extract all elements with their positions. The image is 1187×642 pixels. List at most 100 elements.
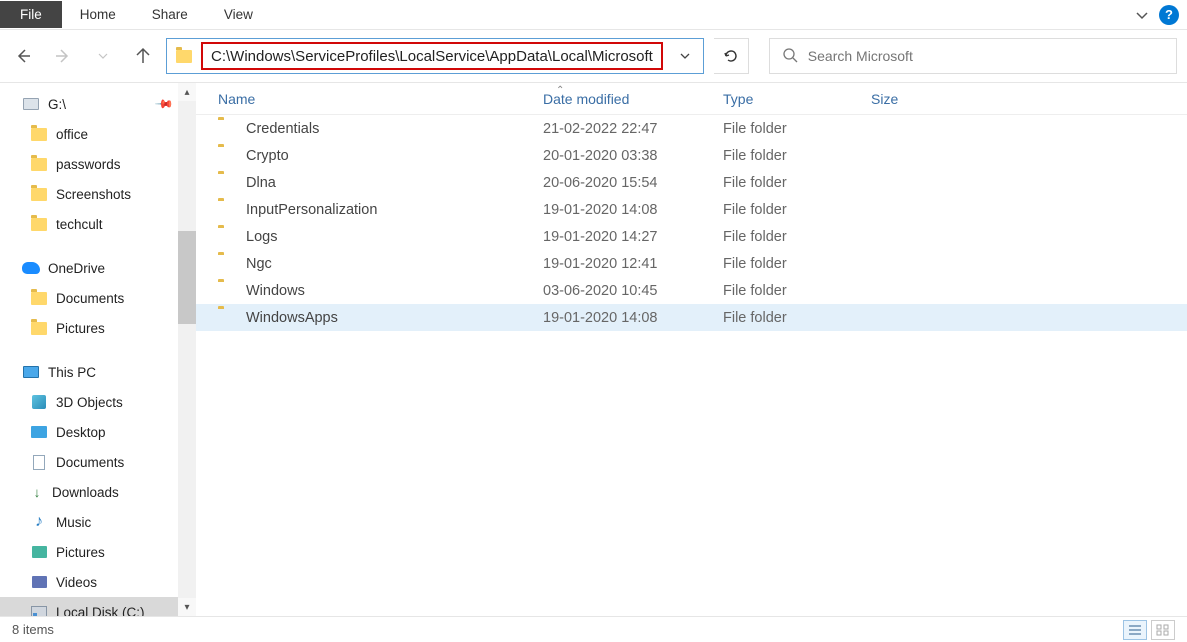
search-input[interactable] bbox=[808, 48, 1164, 64]
file-name: Credentials bbox=[246, 121, 319, 137]
forward-button[interactable] bbox=[54, 47, 72, 65]
tree-item-3dobjects[interactable]: 3D Objects bbox=[0, 387, 196, 417]
tree-item-onedrive-pictures[interactable]: Pictures bbox=[0, 313, 196, 343]
folder-icon bbox=[30, 319, 48, 337]
tab-home[interactable]: Home bbox=[62, 1, 134, 28]
localdisk-icon bbox=[30, 603, 48, 616]
tree-item-onedrive-documents[interactable]: Documents bbox=[0, 283, 196, 313]
sort-indicator-icon: ⌃ bbox=[556, 85, 564, 96]
folder-icon bbox=[218, 201, 236, 219]
folder-icon bbox=[30, 125, 48, 143]
tree-item-techcult[interactable]: techcult bbox=[0, 209, 196, 239]
tree-label: Music bbox=[56, 515, 91, 530]
address-folder-icon bbox=[171, 50, 197, 63]
file-date: 20-01-2020 03:38 bbox=[543, 148, 723, 164]
file-type: File folder bbox=[723, 283, 871, 299]
file-date: 21-02-2022 22:47 bbox=[543, 121, 723, 137]
file-date: 19-01-2020 14:08 bbox=[543, 202, 723, 218]
tree-item-music[interactable]: ♪ Music bbox=[0, 507, 196, 537]
tree-label: This PC bbox=[48, 365, 96, 380]
address-path-input[interactable]: C:\Windows\ServiceProfiles\LocalService\… bbox=[201, 42, 663, 70]
file-type: File folder bbox=[723, 256, 871, 272]
ribbon-tabs: File Home Share View ? bbox=[0, 0, 1187, 30]
drive-icon bbox=[22, 95, 40, 113]
tab-share[interactable]: Share bbox=[134, 1, 206, 28]
file-type: File folder bbox=[723, 202, 871, 218]
tree-label: Documents bbox=[56, 455, 124, 470]
file-name: Crypto bbox=[246, 148, 289, 164]
tree-item-downloads[interactable]: ↓ Downloads bbox=[0, 477, 196, 507]
tree-item-passwords[interactable]: passwords bbox=[0, 149, 196, 179]
recent-dropdown-icon[interactable] bbox=[94, 47, 112, 65]
file-row[interactable]: Ngc19-01-2020 12:41File folder bbox=[196, 250, 1187, 277]
folder-icon bbox=[218, 309, 236, 327]
pictures-icon bbox=[30, 543, 48, 561]
file-row[interactable]: InputPersonalization 19-01-2020 14:08File… bbox=[196, 196, 1187, 223]
file-name: InputPersonalization bbox=[246, 202, 377, 218]
tree-item-gdrive[interactable]: G:\ 📌 bbox=[0, 89, 196, 119]
tree-label: Downloads bbox=[52, 485, 119, 500]
scroll-thumb[interactable] bbox=[178, 231, 196, 324]
file-type: File folder bbox=[723, 148, 871, 164]
documents-icon bbox=[30, 453, 48, 471]
view-icons-button[interactable] bbox=[1151, 620, 1175, 640]
tree-item-localdisk[interactable]: Local Disk (C:) bbox=[0, 597, 196, 616]
scroll-up-icon[interactable]: ▴ bbox=[178, 83, 196, 101]
file-row[interactable]: Crypto 20-01-2020 03:38File folder bbox=[196, 142, 1187, 169]
tree-item-documents[interactable]: Documents bbox=[0, 447, 196, 477]
onedrive-icon bbox=[22, 259, 40, 277]
back-button[interactable] bbox=[14, 47, 32, 65]
tree-item-onedrive[interactable]: OneDrive bbox=[0, 253, 196, 283]
refresh-button[interactable] bbox=[714, 38, 749, 74]
help-icon[interactable]: ? bbox=[1159, 5, 1179, 25]
tree-item-videos[interactable]: Videos bbox=[0, 567, 196, 597]
tree-item-pictures[interactable]: Pictures bbox=[0, 537, 196, 567]
file-type: File folder bbox=[723, 310, 871, 326]
file-type: File folder bbox=[723, 175, 871, 191]
tree-scrollbar[interactable]: ▴ ▾ bbox=[178, 83, 196, 616]
up-button[interactable] bbox=[134, 47, 152, 65]
file-row[interactable]: WindowsApps 19-01-2020 14:08File folder bbox=[196, 304, 1187, 331]
file-name: WindowsApps bbox=[246, 310, 338, 326]
tree-item-office[interactable]: office bbox=[0, 119, 196, 149]
file-type: File folder bbox=[723, 121, 871, 137]
column-date[interactable]: Date modified bbox=[543, 91, 723, 107]
tab-view[interactable]: View bbox=[206, 1, 271, 28]
file-row[interactable]: Dlna20-06-2020 15:54File folder bbox=[196, 169, 1187, 196]
file-row[interactable]: Windows03-06-2020 10:45File folder bbox=[196, 277, 1187, 304]
tree-item-screenshots[interactable]: Screenshots bbox=[0, 179, 196, 209]
tab-file[interactable]: File bbox=[0, 1, 62, 28]
column-size[interactable]: Size bbox=[871, 91, 971, 107]
tree-label: techcult bbox=[56, 217, 103, 232]
ribbon-collapse-icon[interactable] bbox=[1131, 4, 1153, 26]
tree-label: passwords bbox=[56, 157, 121, 172]
search-box[interactable] bbox=[769, 38, 1177, 74]
folder-icon bbox=[30, 155, 48, 173]
thispc-icon bbox=[22, 363, 40, 381]
tree-label: Pictures bbox=[56, 321, 105, 336]
folder-icon bbox=[30, 185, 48, 203]
file-date: 19-01-2020 12:41 bbox=[543, 256, 723, 272]
file-date: 19-01-2020 14:27 bbox=[543, 229, 723, 245]
tree-label: OneDrive bbox=[48, 261, 105, 276]
file-name: Dlna bbox=[246, 175, 276, 191]
folder-icon bbox=[218, 120, 236, 138]
file-date: 03-06-2020 10:45 bbox=[543, 283, 723, 299]
tree-item-desktop[interactable]: Desktop bbox=[0, 417, 196, 447]
column-name[interactable]: Name bbox=[218, 91, 543, 107]
scroll-down-icon[interactable]: ▾ bbox=[178, 598, 196, 616]
file-name: Logs bbox=[246, 229, 277, 245]
view-details-button[interactable] bbox=[1123, 620, 1147, 640]
downloads-icon: ↓ bbox=[30, 485, 44, 499]
tree-item-thispc[interactable]: This PC bbox=[0, 357, 196, 387]
tree-label: Screenshots bbox=[56, 187, 131, 202]
file-date: 19-01-2020 14:08 bbox=[543, 310, 723, 326]
address-history-dropdown[interactable] bbox=[667, 50, 703, 62]
file-row[interactable]: Credentials 21-02-2022 22:47File folder bbox=[196, 115, 1187, 142]
address-bar[interactable]: C:\Windows\ServiceProfiles\LocalService\… bbox=[166, 38, 704, 74]
status-bar: 8 items bbox=[0, 616, 1187, 642]
column-type[interactable]: Type bbox=[723, 91, 871, 107]
file-row[interactable]: Logs19-01-2020 14:27File folder bbox=[196, 223, 1187, 250]
objects3d-icon bbox=[30, 393, 48, 411]
tree-label: Desktop bbox=[56, 425, 106, 440]
